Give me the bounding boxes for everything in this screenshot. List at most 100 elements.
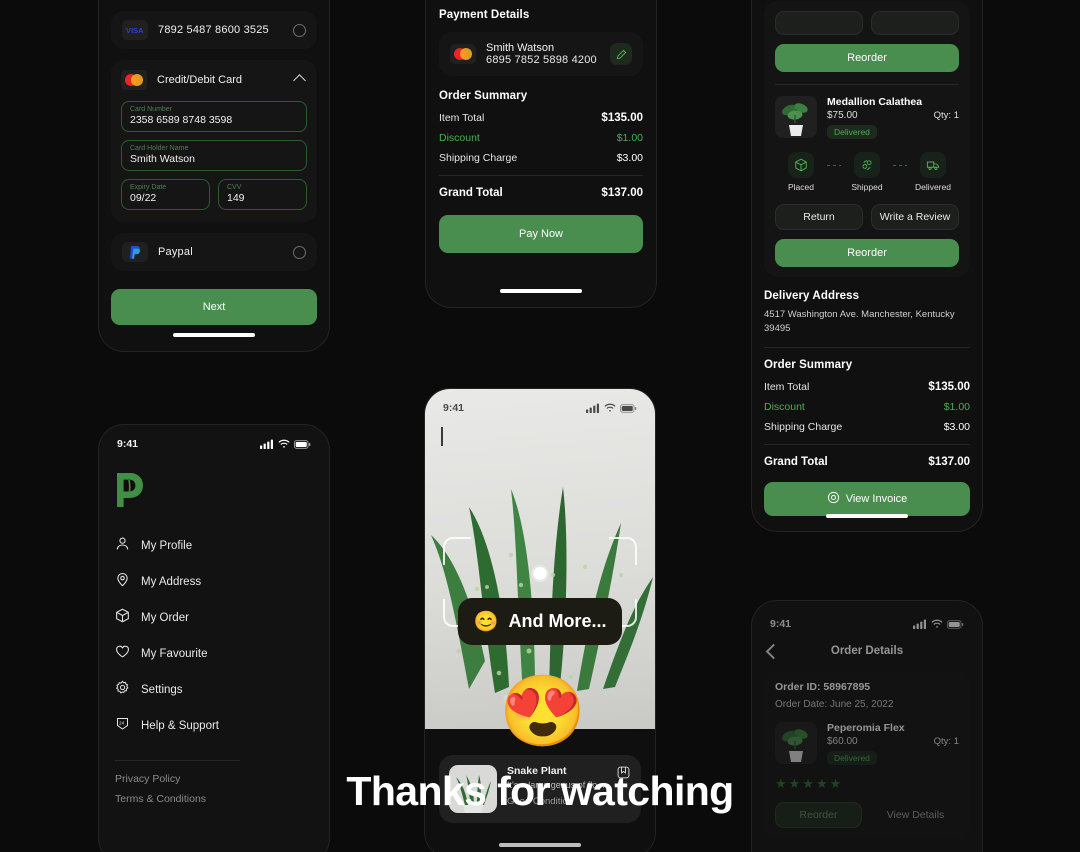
chevron-left-icon[interactable]	[441, 427, 443, 446]
box-icon	[788, 152, 814, 178]
sidebar-item-my-profile[interactable]: My Profile	[115, 528, 313, 564]
chevron-up-icon[interactable]	[293, 73, 306, 87]
sidebar-item-label: My Order	[141, 612, 189, 624]
grand-total-label: Grand Total	[439, 187, 503, 199]
card-holder-field[interactable]: Card Holder Name Smith Watson	[121, 140, 307, 171]
tracking-progress: Placed Shipped Delivered	[775, 152, 959, 192]
tracking-connector	[827, 165, 841, 166]
status-badge: Delivered	[827, 751, 877, 765]
order-divider	[775, 84, 959, 85]
sidebar-item-my-favourite[interactable]: My Favourite	[115, 636, 313, 672]
cvv-label: CVV	[227, 184, 242, 191]
credit-debit-header[interactable]: Credit/Debit Card	[121, 70, 307, 90]
home-indicator	[826, 514, 908, 518]
home-indicator	[500, 289, 582, 293]
cvv-field[interactable]: CVV 149	[218, 179, 307, 210]
card-number-label: Card Number	[130, 106, 173, 113]
credit-debit-title: Credit/Debit Card	[157, 74, 242, 86]
line-label: Shipping Charge	[439, 152, 518, 164]
wifi-icon	[604, 403, 616, 412]
sidebar-divider	[115, 760, 240, 761]
saved-card-number: 7892 5487 8600 3525	[158, 24, 269, 36]
eye-circle-icon	[827, 491, 840, 507]
order-item: Medallion Calathea $75.00 Delivered Qty:…	[775, 96, 959, 140]
paypal-radio[interactable]	[293, 245, 306, 259]
ghost-button-right[interactable]	[871, 11, 959, 35]
smiling-face-emoji: 😊	[473, 610, 499, 633]
phone-order-tracking: Reorder Medallion Calathea $75.00 Delive…	[751, 0, 983, 532]
box-icon	[115, 608, 130, 628]
product-thumbnail	[775, 96, 817, 138]
view-invoice-button[interactable]: View Invoice	[764, 481, 970, 516]
truck-icon	[920, 152, 946, 178]
item-price: $60.00	[827, 736, 858, 747]
reorder-button-top[interactable]: Reorder	[775, 44, 959, 72]
tracking-label: Placed	[788, 182, 814, 192]
mastercard-icon	[450, 44, 476, 64]
delivery-address-title: Delivery Address	[764, 290, 860, 302]
expiry-date-value: 09/22	[130, 192, 157, 204]
status-icons	[913, 619, 964, 629]
pay-now-button[interactable]: Pay Now	[439, 215, 643, 253]
status-icons	[586, 403, 637, 413]
edit-pencil-icon[interactable]	[610, 43, 632, 65]
order-item: Peperomia Flex $60.00 Delivered Qty: 1	[775, 722, 959, 766]
mastercard-icon	[121, 70, 147, 90]
payment-card[interactable]: Smith Watson 6895 7852 5898 4200	[439, 32, 643, 76]
paypal-icon	[122, 242, 148, 262]
cellular-signal-icon	[586, 403, 599, 413]
ghost-button-left[interactable]	[775, 11, 863, 35]
focus-dot[interactable]	[533, 567, 547, 580]
write-review-button[interactable]: Write a Review	[871, 204, 959, 230]
order-id: Order ID: 58967895	[775, 681, 871, 693]
status-time: 9:41	[770, 618, 792, 630]
expiry-date-field[interactable]: Expiry Date 09/22	[121, 179, 210, 210]
product-thumbnail	[775, 722, 817, 764]
card-holder-label: Card Holder Name	[130, 145, 189, 152]
and-more-text: And More...	[508, 611, 607, 631]
svg-text:VISA: VISA	[126, 26, 144, 34]
tracking-label: Delivered	[915, 182, 951, 192]
tracking-step-delivered: Delivered	[907, 152, 959, 192]
saved-card-row[interactable]: VISA 7892 5487 8600 3525	[111, 11, 317, 49]
order-date: Order Date: June 25, 2022	[775, 699, 894, 710]
svg-text:24: 24	[119, 720, 125, 725]
grand-total-row: Grand Total $137.00	[764, 456, 970, 468]
card-number: 6895 7852 5898 4200	[486, 54, 597, 66]
card-holder-value: Smith Watson	[130, 153, 195, 165]
saved-card-radio[interactable]	[293, 23, 306, 37]
sidebar-item-label: Settings	[141, 684, 183, 696]
reorder-button[interactable]: Reorder	[775, 239, 959, 267]
sidebar-item-my-address[interactable]: My Address	[115, 564, 313, 600]
card-holder-name: Smith Watson	[486, 42, 555, 54]
line-value: $3.00	[943, 420, 970, 433]
item-name: Peperomia Flex	[827, 722, 905, 734]
paypal-row[interactable]: Paypal	[111, 233, 317, 271]
status-time: 9:41	[443, 402, 465, 414]
line-label: Item Total	[439, 112, 485, 124]
grand-total-value: $137.00	[601, 187, 643, 199]
return-button[interactable]: Return	[775, 204, 863, 230]
address-divider	[764, 346, 970, 348]
order-details-header: Order Details	[752, 635, 982, 659]
sidebar-item-help-support[interactable]: 24 Help & Support	[115, 708, 313, 744]
thanks-headline: Thanks for watching	[346, 768, 734, 814]
plant-leaf-logo	[115, 473, 143, 511]
tracking-connector	[893, 165, 907, 166]
card-number-field[interactable]: Card Number 2358 6589 8748 3598	[121, 101, 307, 132]
summary-line-discount: Discount $1.00	[764, 401, 970, 413]
cellular-signal-icon	[913, 619, 926, 629]
home-indicator	[173, 333, 255, 337]
visa-icon: VISA	[122, 20, 148, 40]
sidebar-item-my-order[interactable]: My Order	[115, 600, 313, 636]
summary-line-discount: Discount $1.00	[439, 132, 643, 144]
sidebar-item-settings[interactable]: Settings	[115, 672, 313, 708]
grand-total-label: Grand Total	[764, 455, 828, 468]
location-pin-icon	[115, 572, 130, 592]
summary-line-item-total: Item Total $135.00	[439, 112, 643, 124]
credit-debit-card-section: Credit/Debit Card Card Number 2358 6589 …	[111, 60, 317, 222]
presentation-canvas: VISA 7892 5487 8600 3525 Credit/Debit Ca…	[0, 0, 1080, 852]
next-button[interactable]: Next	[111, 289, 317, 325]
line-value: $135.00	[928, 380, 970, 393]
line-value: $1.00	[616, 132, 643, 144]
